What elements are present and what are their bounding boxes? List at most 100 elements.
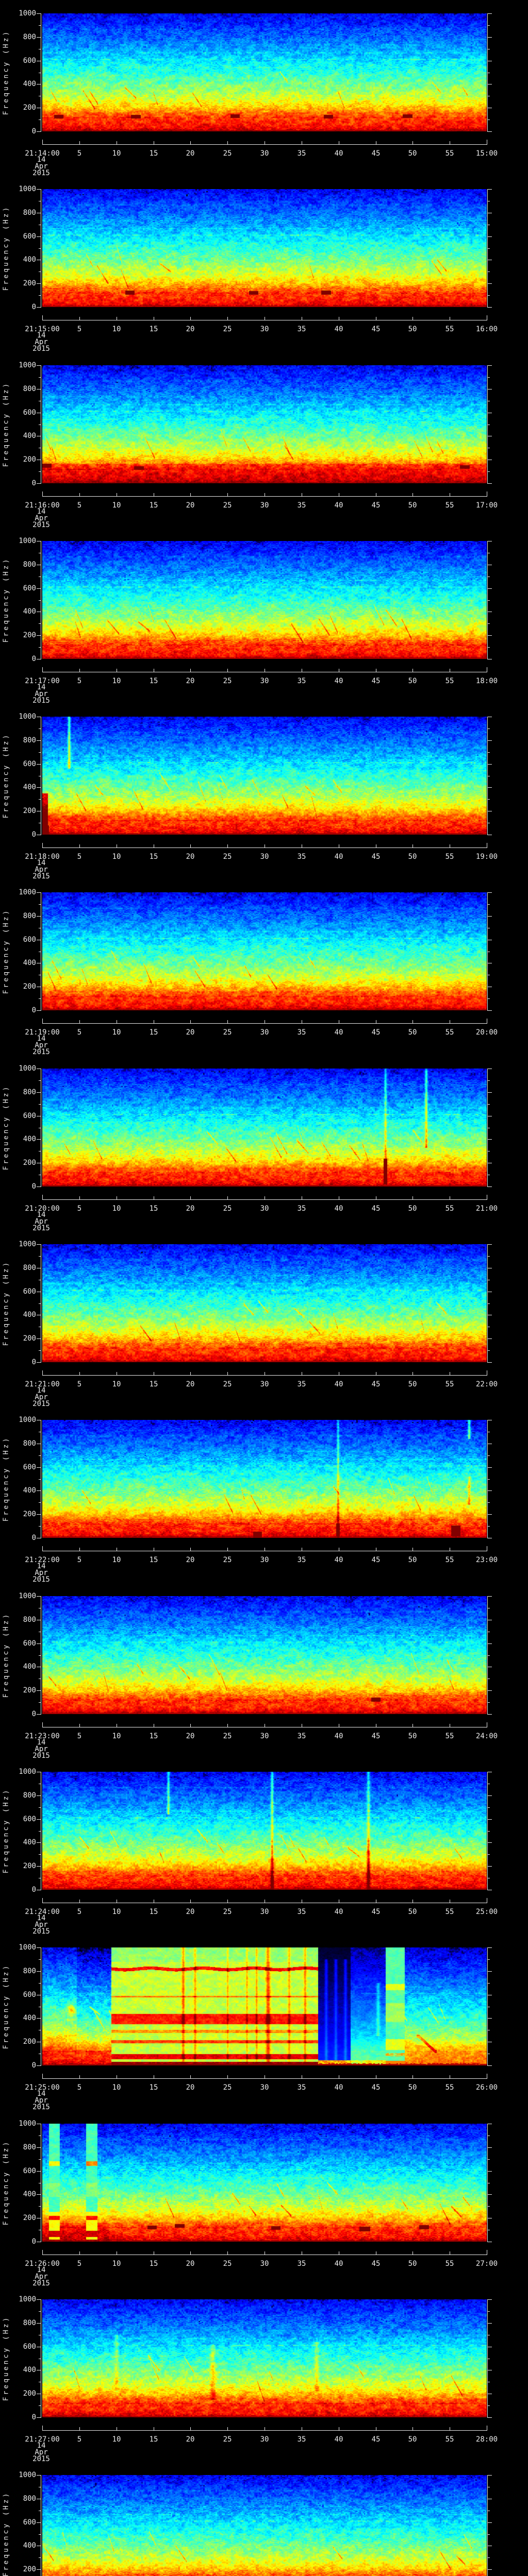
y-major-tick-right — [488, 1338, 492, 1339]
spectrogram-canvas — [42, 2124, 487, 2242]
x-tick-label: 5 — [77, 149, 82, 158]
y-minor-tick-right — [488, 2557, 490, 2558]
x-tick-label: 50 — [408, 2083, 417, 2092]
x-tick-label: 5 — [77, 501, 82, 510]
x-tick-label: 15 — [149, 1908, 158, 1916]
x-tick-label: 15 — [149, 677, 158, 685]
y-minor-tick — [39, 377, 41, 378]
y-tick-label: 600 — [23, 760, 36, 768]
spectrogram-panel-21-21-00: Frequency (Hz) 0 200 400 600 800 1000 21:21:00 5… — [0, 1231, 528, 1408]
y-tick-label: 1000 — [19, 2120, 36, 2128]
y-minor-tick-right — [488, 752, 490, 753]
x-tick-label: 20 — [186, 1556, 195, 1564]
x-tick-label: 25 — [223, 1028, 232, 1037]
x-tick-label: 5 — [77, 325, 82, 333]
x-tick-label: 30 — [260, 2083, 269, 2092]
y-major-tick — [37, 1467, 41, 1468]
x-tick-label: 20 — [186, 501, 195, 510]
y-major-tick — [37, 764, 41, 765]
spectrogram-panel-21-14-00: Frequency (Hz) 0 200 400 600 800 1000 21:14:00 5… — [0, 0, 528, 177]
y-axis-title: Frequency (Hz) — [2, 908, 10, 994]
x-tick-label: 45 — [371, 1556, 381, 1564]
y-axis-title-wrap: Frequency (Hz) — [0, 1069, 12, 1187]
x-tick-label: 25 — [223, 2083, 232, 2092]
y-tick-label: 400 — [23, 607, 36, 616]
y-minor-tick-right — [488, 2311, 490, 2312]
x-tick-label: 35 — [297, 1205, 306, 1213]
x-tick — [42, 2426, 43, 2430]
y-tick-label: 400 — [23, 1311, 36, 1319]
y-major-tick — [37, 1514, 41, 1515]
y-major-tick-right — [488, 1866, 492, 1867]
x-tick-label: 45 — [371, 1380, 381, 1388]
x-tick-label: 40 — [334, 1556, 343, 1564]
x-tick-label: 35 — [297, 1556, 306, 1564]
x-tick-label: 40 — [334, 1732, 343, 1740]
y-tick-label: 1000 — [19, 2471, 36, 2479]
y-minor-tick-right — [488, 471, 490, 472]
x-tick-label: 20 — [186, 149, 195, 158]
y-tick-label: 600 — [23, 57, 36, 65]
y-tick-label: 800 — [23, 209, 36, 217]
y-major-tick-right — [488, 37, 492, 38]
y-minor-tick — [39, 25, 41, 26]
x-tick — [79, 2075, 80, 2078]
x-end-time-label: 28:00 — [475, 2435, 498, 2444]
x-end-time-label: 20:00 — [475, 1028, 498, 1037]
x-tick — [190, 1196, 191, 1199]
x-tick-label: 5 — [77, 1028, 82, 1037]
x-tick-label: 25 — [223, 853, 232, 861]
x-tick-label: 35 — [297, 677, 306, 685]
y-major-tick-right — [488, 2417, 492, 2418]
y-minor-tick-right — [488, 904, 490, 905]
y-major-tick-right — [488, 2569, 492, 2570]
x-tick-label: 5 — [77, 853, 82, 861]
x-tick-label: 40 — [334, 1380, 343, 1388]
x-tick-label: 25 — [223, 501, 232, 510]
x-tick-label: 50 — [408, 677, 417, 685]
x-tick-label: 30 — [260, 1028, 269, 1037]
y-major-tick — [37, 787, 41, 788]
y-minor-tick — [39, 1350, 41, 1351]
spectrogram-canvas — [42, 1069, 487, 1187]
y-tick-label: 400 — [23, 783, 36, 791]
x-tick-label: 20 — [186, 1028, 195, 1037]
y-major-tick-right — [488, 283, 492, 284]
date-line: 2015 — [32, 2103, 50, 2111]
y-major-tick-right — [488, 1010, 492, 1011]
x-axis-line — [42, 496, 487, 497]
y-minor-tick-right — [488, 2159, 490, 2160]
spectrogram-canvas — [42, 541, 487, 659]
y-major-tick-right — [488, 1947, 492, 1948]
x-tick — [412, 2427, 413, 2430]
spectrogram-canvas — [42, 13, 487, 131]
y-tick-label: 1000 — [19, 1416, 36, 1424]
x-tick — [412, 1900, 413, 1903]
spectrogram-panel-21-26-00: Frequency (Hz) 0 200 400 600 800 1000 21:26:00 5… — [0, 2110, 528, 2287]
y-tick-label: 1000 — [19, 1943, 36, 1952]
y-major-tick — [37, 1490, 41, 1491]
y-axis-title-wrap: Frequency (Hz) — [0, 2124, 12, 2242]
y-major-tick-right — [488, 1643, 492, 1644]
x-tick — [227, 2075, 228, 2078]
y-major-tick-right — [488, 131, 492, 132]
y-axis-title: Frequency (Hz) — [2, 557, 10, 643]
x-tick-label: 25 — [223, 2435, 232, 2444]
x-tick — [79, 141, 80, 144]
y-major-tick-right — [488, 1092, 492, 1093]
x-axis-line — [42, 1199, 487, 1200]
y-major-tick-right — [488, 483, 492, 484]
x-tick-label: 10 — [112, 1556, 121, 1564]
x-tick — [190, 1724, 191, 1727]
y-axis-title: Frequency (Hz) — [2, 205, 10, 291]
y-major-tick-right — [488, 2475, 492, 2476]
x-tick-label: 40 — [334, 1028, 343, 1037]
x-end-time-label: 22:00 — [475, 1380, 498, 1388]
y-minor-tick-right — [488, 1455, 490, 1456]
y-axis-title-wrap: Frequency (Hz) — [0, 1772, 12, 1890]
x-axis-line — [42, 2430, 487, 2431]
x-tick-label: 10 — [112, 1380, 121, 1388]
y-tick-label: 1000 — [19, 1768, 36, 1776]
y-tick-label: 200 — [23, 279, 36, 287]
x-tick-label: 40 — [334, 501, 343, 510]
